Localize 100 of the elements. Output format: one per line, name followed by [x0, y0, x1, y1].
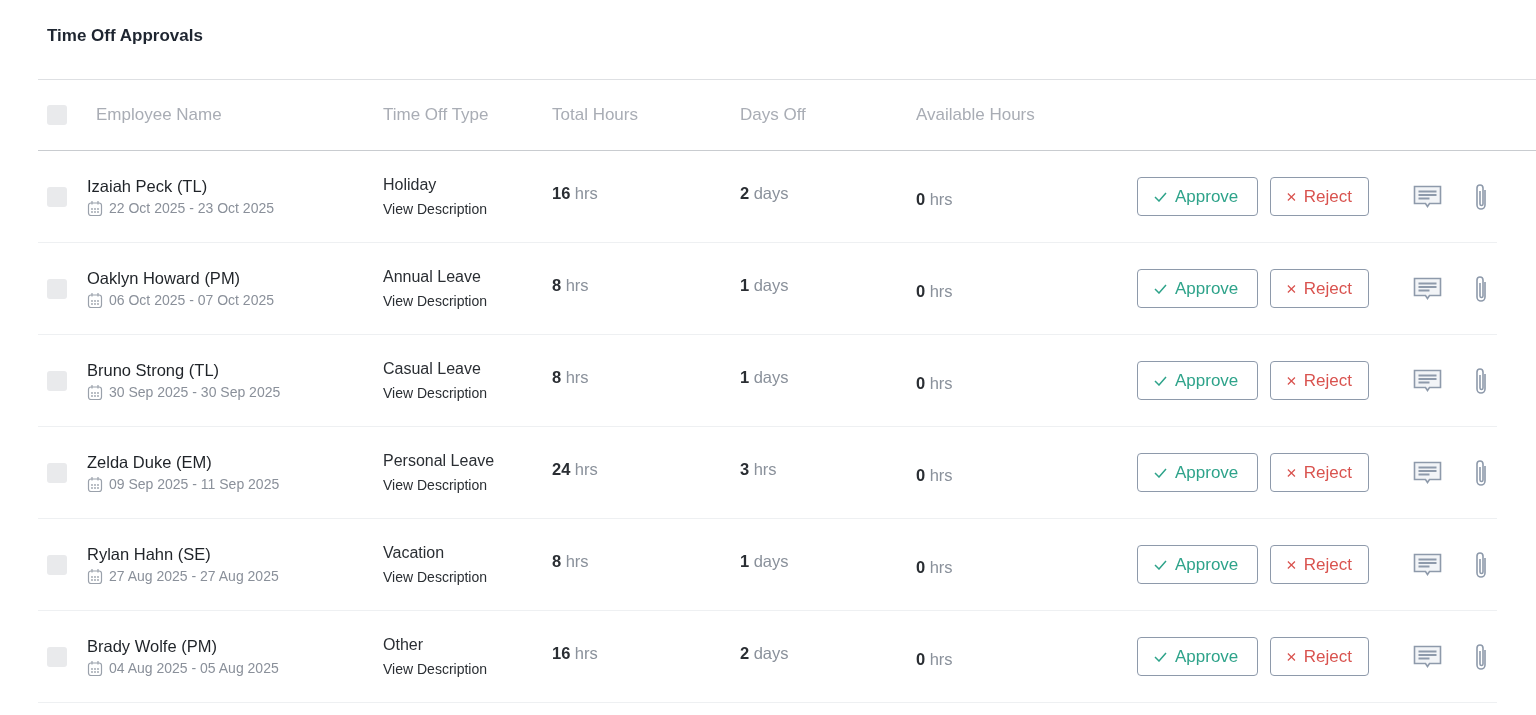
- hours-unit: hrs: [574, 184, 598, 202]
- employee-name: Rylan Hahn (SE): [87, 543, 212, 565]
- date-range: 27 Aug 2025 - 27 Aug 2025: [109, 567, 279, 587]
- column-header: Time Off Type: [383, 105, 489, 125]
- hours-value: 8: [552, 552, 562, 570]
- comment-icon[interactable]: [1413, 276, 1442, 301]
- hours-unit: days: [753, 368, 789, 386]
- time-off-type: Personal Leave: [383, 450, 496, 471]
- comment-icon[interactable]: [1413, 644, 1442, 669]
- hours-unit: hrs: [753, 460, 777, 478]
- hours-value: 8: [552, 368, 562, 386]
- hours-value: 0: [916, 466, 926, 484]
- hours-value: 0: [916, 282, 926, 300]
- view-description-link[interactable]: View Description: [383, 292, 487, 309]
- view-description-link[interactable]: View Description: [383, 476, 487, 493]
- hours-value: 24: [552, 460, 571, 478]
- hours-unit: days: [753, 644, 789, 662]
- hours-value: 0: [916, 650, 926, 668]
- reject-button[interactable]: Reject: [1270, 361, 1369, 400]
- hours-unit: hrs: [929, 374, 953, 392]
- check-icon: [1154, 467, 1167, 478]
- hours-unit: hrs: [574, 460, 598, 478]
- view-description-link[interactable]: View Description: [383, 200, 487, 217]
- hours-unit: hrs: [574, 644, 598, 662]
- date-range: 09 Sep 2025 - 11 Sep 2025: [109, 475, 280, 495]
- column-header: Days Off: [740, 105, 806, 125]
- column-header: Employee Name: [96, 105, 222, 125]
- hours-unit: hrs: [929, 650, 953, 668]
- time-off-type: Holiday: [383, 174, 438, 195]
- column-header: Available Hours: [916, 105, 1035, 125]
- approve-button[interactable]: Approve: [1137, 453, 1258, 492]
- check-icon: [1154, 283, 1167, 294]
- hours-unit: hrs: [565, 368, 589, 386]
- hours-value: 3: [740, 460, 750, 478]
- reject-button[interactable]: Reject: [1270, 269, 1369, 308]
- time-off-type: Casual Leave: [383, 358, 482, 379]
- hours-value: 1: [740, 368, 750, 386]
- date-range: 04 Aug 2025 - 05 Aug 2025: [109, 659, 279, 679]
- calendar-icon: [87, 568, 103, 586]
- check-icon: [1154, 375, 1167, 386]
- hours-unit: hrs: [929, 190, 953, 208]
- comment-icon[interactable]: [1413, 460, 1442, 485]
- hours-unit: hrs: [565, 552, 589, 570]
- reject-button[interactable]: Reject: [1270, 637, 1369, 676]
- reject-button[interactable]: Reject: [1270, 453, 1369, 492]
- time-off-type: Annual Leave: [383, 266, 482, 287]
- approve-button[interactable]: Approve: [1137, 545, 1258, 584]
- hours-value: 1: [740, 276, 750, 294]
- hours-value: 16: [552, 644, 571, 662]
- hours-value: 16: [552, 184, 571, 202]
- comment-icon[interactable]: [1413, 368, 1442, 393]
- hours-unit: days: [753, 276, 789, 294]
- calendar-icon: [87, 476, 103, 494]
- hours-value: 8: [552, 276, 562, 294]
- date-range: 22 Oct 2025 - 23 Oct 2025: [109, 199, 274, 219]
- comment-icon[interactable]: [1413, 552, 1442, 577]
- approve-button[interactable]: Approve: [1137, 361, 1258, 400]
- employee-name: Zelda Duke (EM): [87, 451, 213, 473]
- hours-unit: hrs: [565, 276, 589, 294]
- view-description-link[interactable]: View Description: [383, 660, 487, 677]
- hours-value: 0: [916, 190, 926, 208]
- column-header: Total Hours: [552, 105, 638, 125]
- close-icon: [1287, 559, 1296, 570]
- calendar-icon: [87, 660, 103, 678]
- page-title: Time Off Approvals: [46, 25, 204, 47]
- reject-button[interactable]: Reject: [1270, 177, 1369, 216]
- approve-button[interactable]: Approve: [1137, 637, 1258, 676]
- calendar-icon: [87, 384, 103, 402]
- employee-name: Izaiah Peck (TL): [87, 175, 209, 197]
- close-icon: [1287, 375, 1296, 386]
- close-icon: [1287, 283, 1296, 294]
- hours-unit: hrs: [929, 466, 953, 484]
- check-icon: [1154, 651, 1167, 662]
- approve-button[interactable]: Approve: [1137, 177, 1258, 216]
- date-range: 30 Sep 2025 - 30 Sep 2025: [109, 383, 281, 403]
- reject-button[interactable]: Reject: [1270, 545, 1369, 584]
- view-description-link[interactable]: View Description: [383, 384, 487, 401]
- hours-value: 0: [916, 558, 926, 576]
- hours-value: 2: [740, 184, 750, 202]
- close-icon: [1287, 467, 1296, 478]
- approve-button[interactable]: Approve: [1137, 269, 1258, 308]
- employee-name: Bruno Strong (TL): [87, 359, 221, 381]
- employee-name: Oaklyn Howard (PM): [87, 267, 242, 289]
- check-icon: [1154, 559, 1167, 570]
- close-icon: [1287, 191, 1296, 202]
- calendar-icon: [87, 292, 103, 310]
- hours-unit: days: [753, 184, 789, 202]
- employee-name: Brady Wolfe (PM): [87, 635, 218, 657]
- close-icon: [1287, 651, 1296, 662]
- date-range: 06 Oct 2025 - 07 Oct 2025: [109, 291, 274, 311]
- hours-unit: hrs: [929, 282, 953, 300]
- hours-value: 0: [916, 374, 926, 392]
- view-description-link[interactable]: View Description: [383, 568, 487, 585]
- calendar-icon: [87, 200, 103, 218]
- hours-value: 2: [740, 644, 750, 662]
- hours-unit: hrs: [929, 558, 953, 576]
- time-off-type: Vacation: [383, 542, 446, 563]
- check-icon: [1154, 191, 1167, 202]
- comment-icon[interactable]: [1413, 184, 1442, 209]
- hours-unit: days: [753, 552, 789, 570]
